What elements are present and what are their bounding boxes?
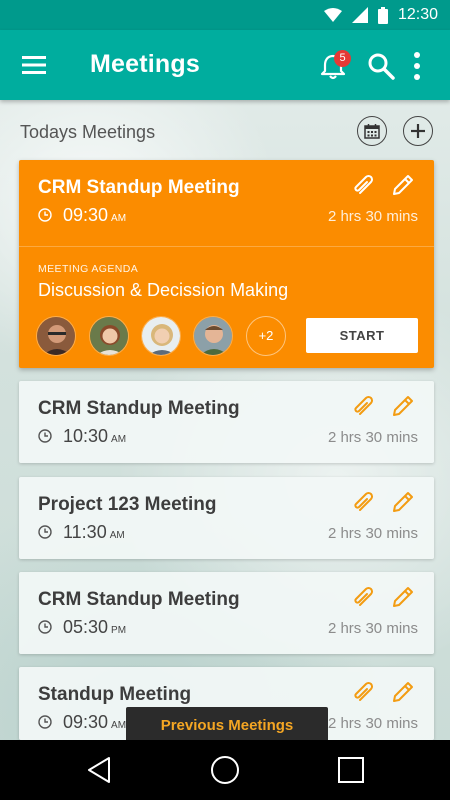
meeting-time-value: 10:30	[63, 426, 109, 446]
status-time: 12:30	[397, 6, 438, 23]
meeting-ampm: AM	[111, 434, 127, 445]
meeting-name: Project 123 Meeting	[38, 494, 217, 515]
meeting-ampm: AM	[109, 530, 125, 541]
app-bar: Meetings 5	[0, 30, 450, 100]
meeting-duration: 2 hrs 30 mins	[327, 620, 418, 637]
attendee-avatar[interactable]	[36, 316, 76, 356]
meeting-time-value: 05:30	[63, 617, 109, 637]
clock-icon	[38, 429, 52, 443]
recents-icon[interactable]	[336, 755, 366, 785]
meeting-time: 09:30 AM	[63, 205, 126, 226]
add-meeting-button[interactable]	[403, 116, 433, 146]
paperclip-icon[interactable]	[352, 490, 376, 514]
meeting-time: 09:30 AM	[63, 712, 126, 733]
meeting-name: Standup Meeting	[38, 684, 192, 705]
clock-icon	[38, 525, 52, 539]
meeting-duration: 2 hrs 30 mins	[327, 429, 418, 446]
meeting-duration: 2 hrs 30 mins	[327, 525, 418, 542]
start-button[interactable]: START	[306, 318, 418, 353]
meeting-time: 10:30 AM	[63, 426, 126, 447]
calendar-button[interactable]	[357, 116, 387, 146]
meeting-card[interactable]: CRM Standup Meeting 10:30 AM 2 hrs 30 min…	[19, 381, 434, 463]
page-title: Meetings	[90, 50, 200, 78]
meeting-ampm: PM	[111, 625, 127, 636]
paperclip-icon[interactable]	[352, 585, 376, 609]
calendar-icon	[364, 124, 380, 139]
meeting-card[interactable]: CRM Standup Meeting 05:30 PM 2 hrs 30 min…	[19, 572, 434, 654]
agenda-text: Discussion & Decission Making	[38, 280, 289, 300]
meeting-duration: 2 hrs 30 mins	[327, 715, 418, 732]
clock-icon	[38, 208, 52, 222]
more-attendees-count[interactable]: +2	[246, 316, 286, 356]
meeting-time: 05:30 PM	[63, 617, 126, 638]
pencil-icon[interactable]	[391, 680, 415, 704]
back-icon[interactable]	[85, 755, 115, 785]
search-icon[interactable]	[367, 52, 395, 80]
clock-icon	[38, 620, 52, 634]
meeting-ampm: AM	[111, 720, 127, 731]
meeting-time: 11:30 AM	[63, 522, 125, 543]
attendee-avatar[interactable]	[141, 316, 181, 356]
clock-icon	[38, 715, 52, 729]
pencil-icon[interactable]	[391, 490, 415, 514]
notification-badge: 5	[334, 50, 351, 67]
menu-icon[interactable]	[22, 53, 48, 77]
section-title: Todays Meetings	[20, 122, 156, 142]
pencil-icon[interactable]	[391, 585, 415, 609]
pencil-icon[interactable]	[391, 173, 415, 197]
meeting-time-value: 09:30	[63, 712, 109, 732]
more-vert-icon[interactable]	[410, 51, 424, 81]
meeting-name: CRM Standup Meeting	[38, 589, 240, 610]
meeting-name: CRM Standup Meeting	[38, 398, 240, 419]
paperclip-icon[interactable]	[352, 680, 376, 704]
featured-meeting-card[interactable]: CRM Standup Meeting 09:30 AM 2 hrs 30 min…	[19, 160, 434, 368]
attendee-avatar[interactable]	[193, 316, 233, 356]
battery-icon	[377, 6, 388, 24]
previous-meetings-button[interactable]: Previous Meetings	[126, 707, 328, 743]
meeting-time-value: 11:30	[63, 522, 107, 542]
pencil-icon[interactable]	[391, 394, 415, 418]
meeting-card[interactable]: Project 123 Meeting 11:30 AM 2 hrs 30 min…	[19, 477, 434, 559]
agenda-label: MEETING AGENDA	[38, 263, 139, 275]
add-icon	[411, 124, 425, 138]
system-nav-bar	[0, 740, 450, 800]
meeting-time-value: 09:30	[63, 205, 109, 225]
status-bar: 12:30	[0, 0, 450, 30]
attendee-avatar[interactable]	[89, 316, 129, 356]
meeting-duration: 2 hrs 30 mins	[327, 208, 418, 225]
meeting-ampm: AM	[111, 213, 127, 224]
signal-icon	[351, 7, 368, 23]
meeting-name: CRM Standup Meeting	[38, 177, 240, 198]
wifi-icon	[323, 8, 342, 22]
paperclip-icon[interactable]	[352, 173, 376, 197]
home-icon[interactable]	[210, 755, 240, 785]
paperclip-icon[interactable]	[352, 394, 376, 418]
card-divider	[19, 246, 434, 247]
